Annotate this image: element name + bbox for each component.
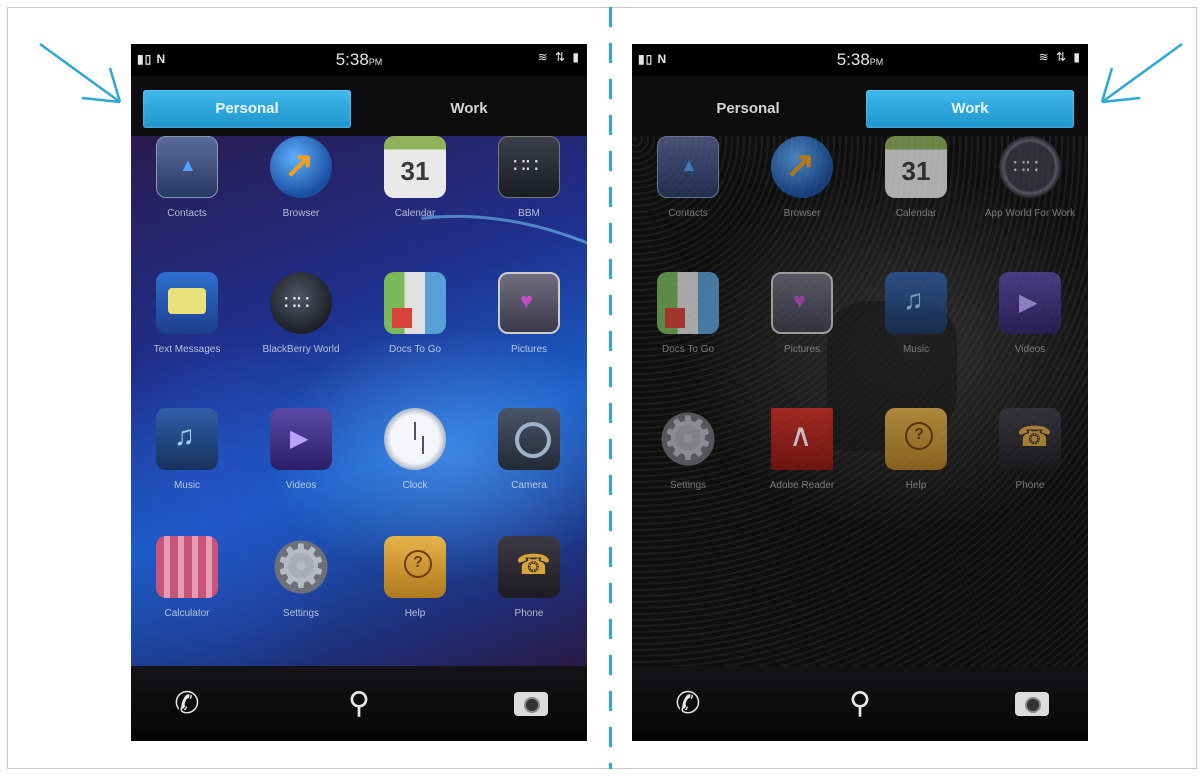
app-videos[interactable]: Videos <box>974 272 1086 402</box>
status-time: 5:38PM <box>836 50 884 69</box>
app-pictures[interactable]: Pictures <box>746 272 858 402</box>
adobe-reader-icon <box>771 408 833 470</box>
status-time: 5:38PM <box>335 50 383 69</box>
arrow-pointer-right <box>1100 42 1183 104</box>
search-icon[interactable]: ⚲ <box>840 684 880 724</box>
app-world-icon <box>999 136 1061 198</box>
wifi-signal-battery-icons: ≋ ⇅ ▮ <box>537 50 581 64</box>
app-calendar[interactable]: Calendar <box>860 136 972 266</box>
app-blackberry-world[interactable]: BlackBerry World <box>245 272 357 402</box>
dock-bar: ✆ ⚲ <box>131 666 587 741</box>
help-icon <box>384 536 446 598</box>
status-bar: ▮▯ N 5:38PM ≋ ⇅ ▮ <box>131 44 587 76</box>
app-app-world-for-work[interactable]: App World For Work <box>974 136 1086 266</box>
music-icon <box>885 272 947 334</box>
calendar-icon <box>885 136 947 198</box>
text-messages-icon <box>156 272 218 334</box>
search-icon[interactable]: ⚲ <box>339 684 379 724</box>
app-camera[interactable]: Camera <box>473 408 585 538</box>
arrow-pointer-left <box>39 42 122 104</box>
app-calendar[interactable]: Calendar <box>359 136 471 266</box>
clock-icon <box>384 408 446 470</box>
browser-icon <box>270 136 332 198</box>
settings-icon <box>270 532 332 602</box>
tab-personal[interactable]: Personal <box>143 90 351 128</box>
app-docs-to-go[interactable]: Docs To Go <box>359 272 471 402</box>
app-help[interactable]: Help <box>359 536 471 666</box>
pictures-icon <box>498 272 560 334</box>
space-switcher: Personal Work <box>632 76 1088 136</box>
status-bar: ▮▯ N 5:38PM ≋ ⇅ ▮ <box>632 44 1088 76</box>
app-browser[interactable]: Browser <box>746 136 858 266</box>
videos-icon <box>270 408 332 470</box>
app-docs-to-go[interactable]: Docs To Go <box>632 272 744 402</box>
phone-icon[interactable]: ✆ <box>167 684 207 724</box>
camera-icon <box>498 408 560 470</box>
app-contacts[interactable]: Contacts <box>131 136 243 266</box>
app-contacts[interactable]: Contacts <box>632 136 744 266</box>
camera-icon[interactable] <box>511 684 551 724</box>
app-calculator[interactable]: Calculator <box>131 536 243 666</box>
camera-icon[interactable] <box>1012 684 1052 724</box>
app-browser[interactable]: Browser <box>245 136 357 266</box>
wifi-signal-battery-icons: ≋ ⇅ ▮ <box>1038 50 1082 64</box>
bbm-icon <box>498 136 560 198</box>
app-adobe-reader[interactable]: Adobe Reader <box>746 408 858 538</box>
phone-screen-personal: ▮▯ N 5:38PM ≋ ⇅ ▮ Personal Work Contacts… <box>131 44 587 741</box>
phone-icon <box>999 408 1061 470</box>
app-settings[interactable]: Settings <box>245 532 357 666</box>
contacts-icon <box>156 136 218 198</box>
videos-icon <box>999 272 1061 334</box>
app-grid: Contacts Browser Calendar App World For … <box>632 136 1088 666</box>
tab-work[interactable]: Work <box>866 90 1074 128</box>
app-videos[interactable]: Videos <box>245 408 357 538</box>
phone-icon <box>498 536 560 598</box>
phone-screen-work: ▮▯ N 5:38PM ≋ ⇅ ▮ Personal Work Contacts… <box>632 44 1088 741</box>
app-bbm[interactable]: BBM <box>473 136 585 266</box>
app-text-messages[interactable]: Text Messages <box>131 272 243 402</box>
app-help[interactable]: Help <box>860 408 972 538</box>
contacts-icon <box>657 136 719 198</box>
phone-icon[interactable]: ✆ <box>668 684 708 724</box>
docs-to-go-icon <box>657 272 719 334</box>
app-clock[interactable]: Clock <box>359 408 471 538</box>
tab-personal[interactable]: Personal <box>644 90 852 128</box>
help-icon <box>885 408 947 470</box>
app-music[interactable]: Music <box>131 408 243 538</box>
app-settings[interactable]: Settings <box>632 404 744 538</box>
dock-bar: ✆ ⚲ <box>632 666 1088 741</box>
calculator-icon <box>156 536 218 598</box>
browser-icon <box>771 136 833 198</box>
docs-to-go-icon <box>384 272 446 334</box>
blackberry-world-icon <box>270 272 332 334</box>
calendar-icon <box>384 136 446 198</box>
app-phone[interactable]: Phone <box>473 536 585 666</box>
divider-dashed-line <box>609 7 612 769</box>
space-switcher: Personal Work <box>131 76 587 136</box>
music-icon <box>156 408 218 470</box>
pictures-icon <box>771 272 833 334</box>
tab-work[interactable]: Work <box>365 90 573 128</box>
settings-icon <box>657 404 719 474</box>
app-music[interactable]: Music <box>860 272 972 402</box>
app-grid: Contacts Browser Calendar BBM Text Messa… <box>131 136 587 666</box>
app-phone[interactable]: Phone <box>974 408 1086 538</box>
app-pictures[interactable]: Pictures <box>473 272 585 402</box>
